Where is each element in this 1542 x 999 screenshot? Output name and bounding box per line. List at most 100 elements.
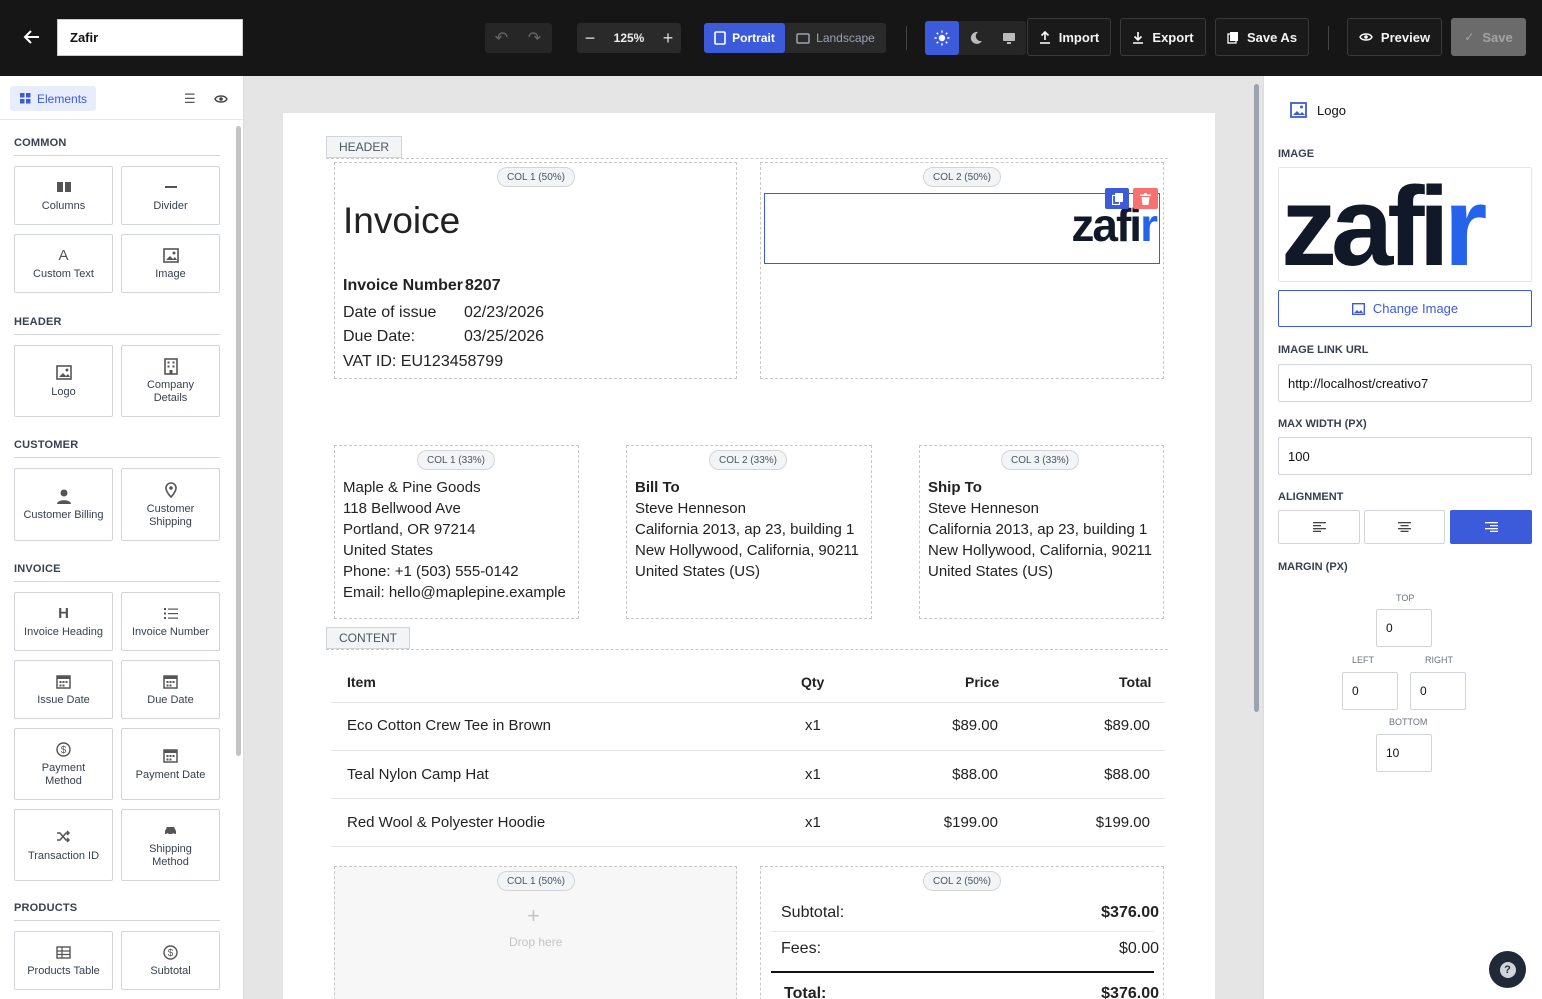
align-right-icon [1484,522,1498,532]
max-width-input[interactable]: 100 [1278,437,1532,475]
element-payment-date[interactable]: Payment Date [121,728,220,800]
company-email: Email: hello@maplepine.example [343,584,566,601]
canvas-scrollbar[interactable] [1254,84,1259,712]
duplicate-button[interactable] [1105,188,1129,209]
import-button[interactable]: Import [1027,18,1111,56]
save-as-button[interactable]: Save As [1215,18,1309,56]
user-icon [56,487,71,505]
image-preview[interactable]: zafir [1278,167,1532,282]
image-preview-logo-text: zafir [1281,168,1486,282]
car-icon [163,821,178,839]
import-label: Import [1058,29,1100,45]
properties-title: Logo [1317,103,1346,118]
element-invoice-heading[interactable]: H Invoice Heading [14,592,113,651]
margin-bottom-input[interactable]: 10 [1376,734,1432,772]
invoice-heading[interactable]: Invoice [343,200,460,242]
scrollbar[interactable] [236,126,241,756]
ship-to-line2: New Hollywood, California, 90211 [928,542,1153,559]
element-custom-text[interactable]: A Custom Text [14,234,113,293]
margin-right-input[interactable]: 0 [1410,672,1466,710]
download-icon [1133,31,1144,44]
bill-to-line1: California 2013, ap 23, building 1 [635,521,855,538]
zoom-in-button[interactable]: + [655,28,681,49]
divider-icon [164,178,177,196]
light-mode-button[interactable] [925,21,959,55]
element-transaction-id[interactable]: Transaction ID [14,809,113,881]
plus-icon[interactable]: + [527,903,540,929]
element-subtotal[interactable]: $ Subtotal [121,931,220,990]
element-issue-date[interactable]: Issue Date [14,660,113,719]
invoice-number-label: Invoice Number [343,277,464,294]
element-products-table[interactable]: Products Table [14,931,113,990]
layers-icon[interactable]: ☰ [184,91,196,107]
export-button[interactable]: Export [1120,18,1206,56]
divider [14,155,220,156]
delete-button[interactable] [1133,188,1158,209]
row-item: Eco Cotton Crew Tee in Brown [347,717,551,734]
element-company-details[interactable]: Company Details [121,345,220,417]
date-of-issue-value: 02/23/2026 [464,304,545,321]
element-shipping-method[interactable]: Shipping Method [121,809,220,881]
column-tag: COL 3 (33%) [1001,450,1079,470]
column-tag: COL 2 (33%) [709,450,787,470]
divider [14,581,220,582]
bill-to-line2: New Hollywood, California, 90211 [635,542,860,559]
system-mode-button[interactable] [992,21,1026,55]
element-label: Issue Date [37,694,90,706]
visibility-icon[interactable] [214,91,228,109]
element-image[interactable]: Image [121,234,220,293]
element-due-date[interactable]: Due Date [121,660,220,719]
dark-mode-button[interactable] [959,21,992,55]
save-button[interactable]: ✓ Save [1451,18,1526,56]
back-arrow-icon[interactable] [22,27,44,49]
element-invoice-number[interactable]: Invoice Number [121,592,220,651]
element-label: Image [155,268,186,280]
image-icon [1351,302,1365,315]
landscape-button[interactable]: Landscape [785,23,886,53]
align-right-button[interactable] [1450,510,1532,544]
divider [326,158,1168,159]
element-customer-billing[interactable]: Customer Billing [14,468,113,541]
column-tag: COL 2 (50%) [923,167,1001,187]
header-section-tag[interactable]: HEADER [326,136,403,158]
element-customer-shipping[interactable]: Customer Shipping [121,468,220,541]
properties-panel: Logo IMAGE zafir Change Image IMAGE LINK… [1263,76,1542,999]
elements-tab[interactable]: Elements [10,86,96,111]
row-qty: x1 [805,814,821,831]
divider [771,971,1154,973]
row-total: $89.00 [1104,717,1150,734]
content-section-tag[interactable]: CONTENT [326,627,410,649]
portrait-button[interactable]: Portrait [704,23,785,53]
zoom-out-button[interactable]: − [577,28,603,49]
row-price: $88.00 [952,766,998,783]
row-qty: x1 [805,766,821,783]
header-col-1[interactable] [334,162,737,379]
redo-icon[interactable]: ↷ [518,28,551,48]
element-divider[interactable]: Divider [121,166,220,225]
divider [14,457,220,458]
theme-toggle [925,21,1026,55]
save-as-label: Save As [1246,29,1298,45]
margin-left-input[interactable]: 0 [1342,672,1398,710]
preview-button[interactable]: Preview [1347,18,1442,56]
element-label: Custom Text [33,268,94,280]
image-link-input[interactable]: http://localhost/creativo7 [1278,364,1532,402]
check-icon: ✓ [1464,30,1475,44]
divider [14,334,220,335]
document-title-input[interactable]: Zafir [57,19,243,56]
align-center-button[interactable] [1364,510,1445,544]
ship-to-name: Steve Henneson [928,500,1039,517]
element-logo[interactable]: Logo [14,345,113,417]
margin-right-label: RIGHT [1425,655,1453,665]
dollar-circle-icon: $ [56,740,71,758]
margin-bottom-value: 10 [1386,746,1400,760]
help-button[interactable]: ? [1489,951,1526,988]
element-columns[interactable]: Columns [14,166,113,225]
undo-icon[interactable]: ↶ [485,28,518,48]
element-payment-method[interactable]: $ Payment Method [14,728,113,800]
change-image-button[interactable]: Change Image [1278,290,1532,327]
ship-to-line1: California 2013, ap 23, building 1 [928,521,1148,538]
margin-top-input[interactable]: 0 [1376,609,1432,647]
align-left-button[interactable] [1278,510,1360,544]
subtotal-value: $376.00 [1101,904,1159,921]
